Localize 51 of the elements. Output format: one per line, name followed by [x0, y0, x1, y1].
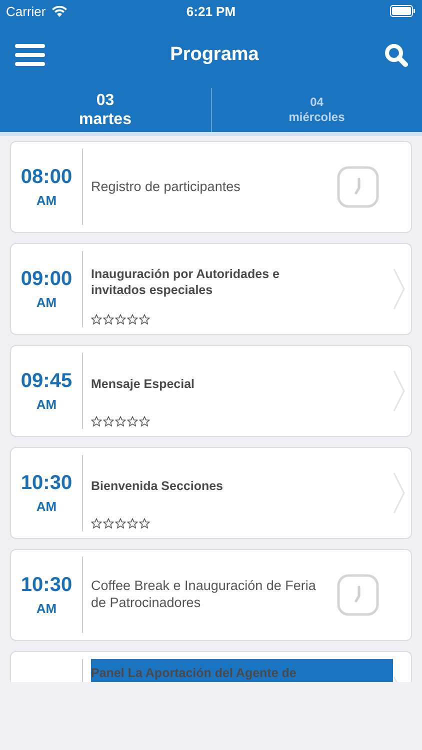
star-icon	[103, 314, 114, 325]
day-tab[interactable]: 03 martes	[0, 88, 210, 132]
star-icon	[91, 416, 102, 427]
star-icon	[139, 518, 150, 529]
star-icon	[115, 416, 126, 427]
event-card[interactable]: 09:45 AM Mensaje Especial	[10, 345, 412, 437]
clock-icon	[337, 166, 379, 208]
menu-button[interactable]	[15, 44, 45, 66]
event-card[interactable]: 09:00 AM Inauguración por Autoridades e invitados especiales	[10, 243, 412, 335]
star-icon	[127, 416, 138, 427]
star-icon	[115, 314, 126, 325]
search-icon	[384, 43, 408, 67]
status-time: 6:21 PM	[186, 4, 236, 18]
star-icon	[103, 518, 114, 529]
chevron-icon	[393, 268, 405, 310]
event-period: AM	[36, 499, 57, 514]
event-title: Coffee Break e Inauguración de Feria de Patrocinadores	[91, 578, 317, 612]
chevron-icon	[393, 370, 405, 412]
event-title: Bienvenida Secciones	[91, 478, 224, 494]
wifi-icon	[52, 6, 67, 16]
event-period: AM	[36, 601, 57, 616]
battery-icon	[390, 5, 416, 17]
event-period: AM	[36, 397, 57, 412]
event-title: Mensaje Especial	[91, 376, 195, 392]
carrier-label: Carrier	[6, 4, 46, 18]
event-time: 08:00	[20, 166, 72, 189]
event-card[interactable]: 10:30 AM Coffee Break e Inauguración de Feria de Patrocinadores	[10, 549, 412, 641]
menu-icon	[15, 44, 45, 66]
event-card[interactable]: 10:30 AM Bienvenida Secciones	[10, 447, 412, 539]
star-icon	[139, 416, 150, 427]
event-title: Panel La Aportación del Agente de	[91, 666, 296, 682]
event-title: Registro de participantes	[91, 178, 242, 196]
screen-title: Programa	[170, 44, 259, 66]
star-icon	[91, 314, 102, 325]
event-card[interactable]: 08:00 AM Registro de participantes	[10, 141, 412, 233]
star-icon	[91, 518, 102, 529]
star-icon	[127, 314, 138, 325]
event-period: AM	[36, 295, 57, 310]
chevron-icon	[393, 472, 405, 514]
event-time: 09:45	[20, 370, 72, 393]
star-icon	[139, 314, 150, 325]
event-period: AM	[36, 193, 57, 208]
event-time: 10:30	[20, 472, 72, 495]
star-icon	[103, 416, 114, 427]
clock-icon	[337, 574, 379, 616]
event-time: 09:00	[20, 268, 72, 291]
event-time: 10:30	[20, 574, 72, 597]
star-icon	[115, 518, 126, 529]
event-title: Inauguración por Autoridades e invitados especiales	[91, 266, 280, 298]
star-icon	[127, 518, 138, 529]
search-button[interactable]	[384, 43, 408, 67]
